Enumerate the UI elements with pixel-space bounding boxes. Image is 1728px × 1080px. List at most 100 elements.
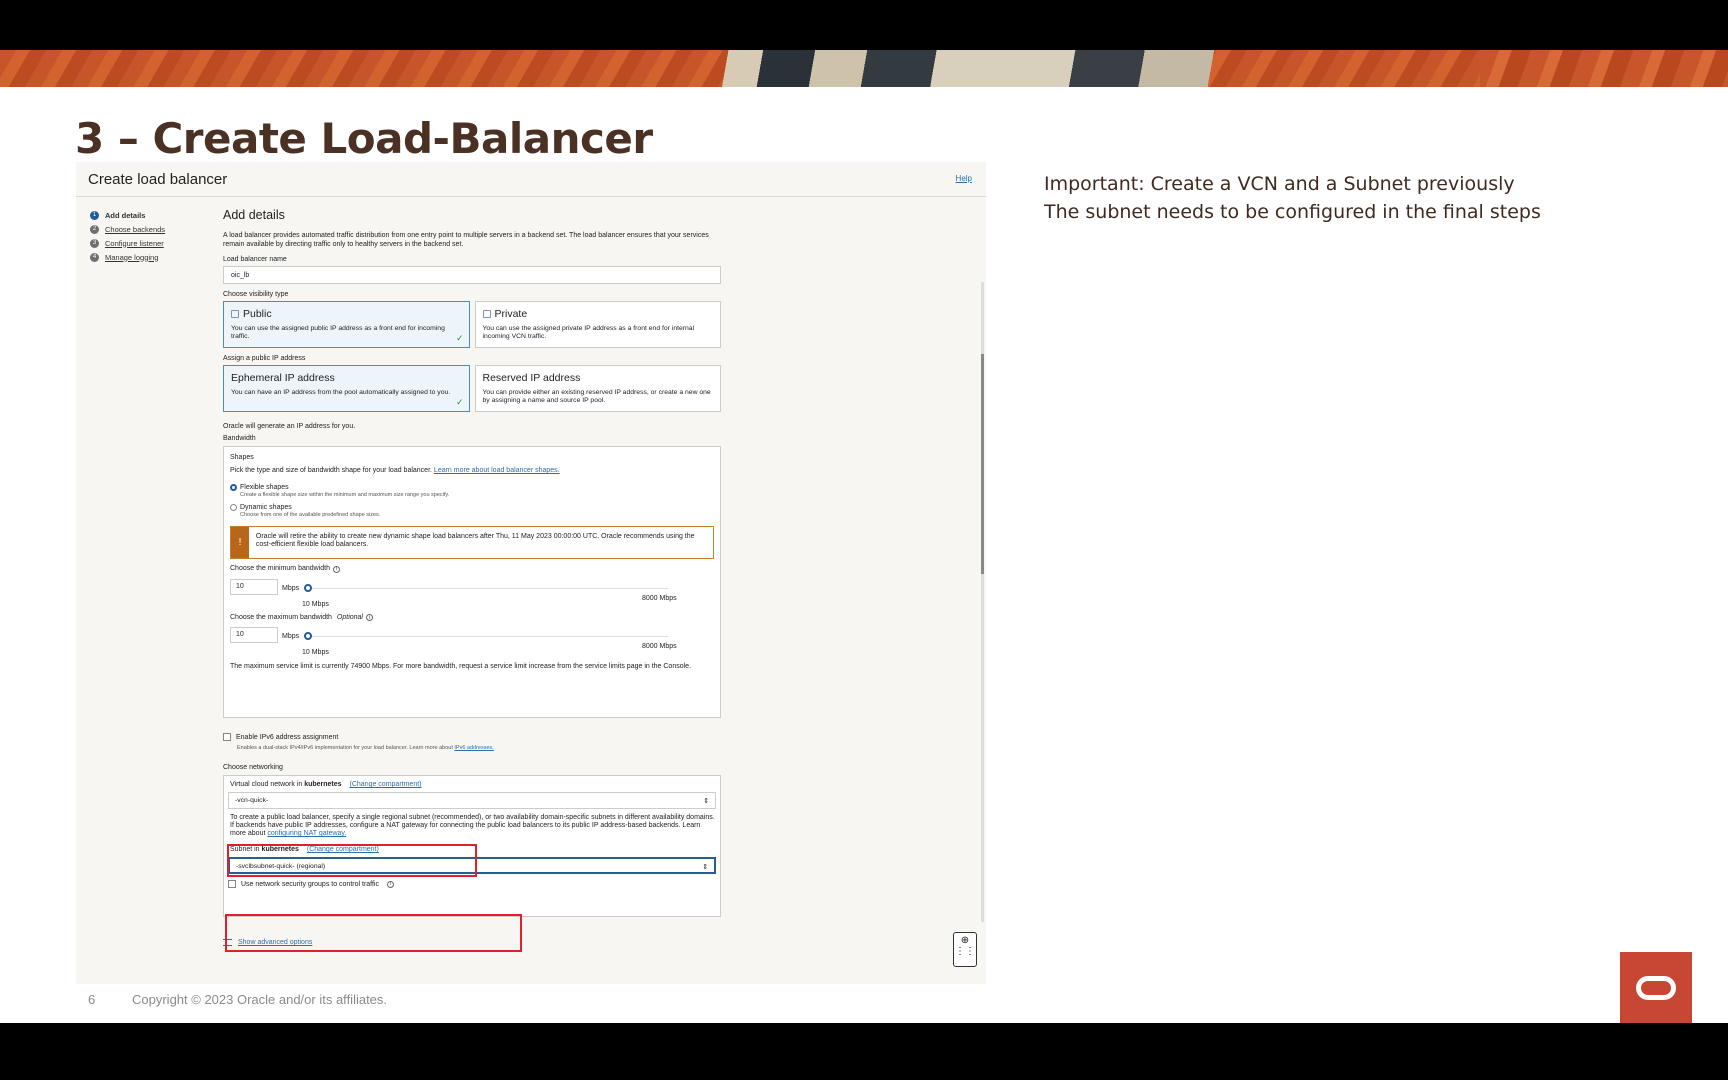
form-description: A load balancer provides automated traff… [223,232,709,248]
important-note: Important: Create a VCN and a Subnet pre… [1044,170,1541,226]
slider-track[interactable] [308,636,668,637]
decorative-banner [0,50,1728,87]
ipv6-label: Enable IPv6 address assignment [236,733,339,741]
vcn-select[interactable]: -vcn-quick- ⇕ [228,792,716,809]
oracle-logo [1620,952,1692,1023]
copyright: Copyright © 2023 Oracle and/or its affil… [132,992,388,1007]
step-add-details[interactable]: 1 Add details [90,208,165,222]
warning-text: Oracle will retire the ability to create… [255,533,695,548]
dynamic-label: Dynamic shapes [240,504,292,511]
lock-icon [482,310,491,318]
nsg-checkbox[interactable] [228,880,236,888]
ipv6-link[interactable]: IPv6 addresses. [454,745,493,751]
chevron-updown-icon: ⇕ [702,864,708,871]
step-number: 2 [90,224,99,234]
help-widget-icon[interactable]: ⊕ ⋮⋮ [953,932,977,967]
step-configure-listener[interactable]: 3 Configure listener [90,236,165,250]
flexible-label: Flexible shapes [240,484,289,491]
vcn-label-row: Virtual cloud network in kubernetes (Cha… [228,781,716,788]
min-bandwidth-control: 10 Mbps 10 Mbps 8000 Mbps [230,578,714,611]
optional-label: Optional [336,613,363,621]
add-details-form: Add details A load balancer provides aut… [223,202,721,946]
scrollbar-thumb[interactable] [981,354,984,574]
vcn-compartment: kubernetes [304,781,342,788]
min-bandwidth-input[interactable]: 10 [230,578,278,595]
bandwidth-section: Shapes Pick the type and size of bandwid… [223,446,721,718]
slide-title: 3 – Create Load-Balancer [75,114,653,163]
step-choose-backends[interactable]: 2 Choose backends [90,222,165,236]
note-line-2: The subnet needs to be configured in the… [1044,201,1541,223]
dynamic-shapes-option[interactable]: Dynamic shapes [230,504,714,511]
range-max: 8000 Mbps [642,643,677,650]
lock-icon [231,310,239,318]
visibility-label: Choose visibility type [223,291,289,298]
max-bandwidth-input[interactable]: 10 [230,627,278,643]
reserved-ip-card[interactable]: Reserved IP address You can provide eith… [474,365,721,412]
private-card[interactable]: Private You can use the assigned private… [474,301,721,348]
decorative-banner-right [1480,50,1728,87]
networking-label: Choose networking [223,764,283,771]
console-screenshot: Create load balancer Help 1 Add details … [76,162,986,984]
wizard-steps: 1 Add details 2 Choose backends 3 Config… [90,208,165,264]
flexible-shapes-option[interactable]: Flexible shapes [230,484,714,491]
info-icon[interactable]: i [365,614,373,621]
shapes-label: Shapes [230,454,254,461]
oracle-ring-icon [1636,976,1676,1000]
ephemeral-ip-card[interactable]: Ephemeral IP address You can have an IP … [223,365,470,412]
step-label: Configure listener [105,238,164,248]
slider-handle[interactable] [304,632,312,640]
shapes-learn-more-link[interactable]: Learn more about load balancer shapes. [434,467,560,474]
ephemeral-desc: You can have an IP address from the pool… [231,389,451,396]
range-min: 10 Mbps [302,600,329,608]
step-number: 3 [90,238,99,248]
retirement-warning: ! Oracle will retire the ability to crea… [230,526,714,559]
max-bandwidth-label-row: Choose the maximum bandwidth Optional i [230,613,714,621]
nat-gateway-link[interactable]: configuring NAT gateway. [267,830,346,837]
help-link[interactable]: Help [956,174,972,183]
chevron-updown-icon: ⇕ [703,798,709,805]
vcn-value: -vcn-quick- [235,797,269,804]
flexible-sub: Create a flexible shape size within the … [240,492,450,498]
check-icon: ✓ [455,397,464,407]
step-manage-logging[interactable]: 4 Manage logging [90,250,165,264]
shapes-desc: Pick the type and size of bandwidth shap… [230,467,714,474]
ipv6-checkbox[interactable] [223,733,231,741]
private-desc: You can use the assigned private IP addr… [482,325,695,340]
public-desc: You can use the assigned public IP addre… [231,325,445,340]
nsg-option[interactable]: Use network security groups to control t… [228,880,716,888]
radio-button[interactable] [230,484,237,491]
console-title: Create load balancer [88,171,228,188]
nsg-label: Use network security groups to control t… [241,880,379,888]
ipv6-option[interactable]: Enable IPv6 address assignment [223,733,721,741]
limit-note: The maximum service limit is currently 7… [230,663,692,670]
step-number: 4 [90,252,99,262]
step-number: 1 [90,210,99,220]
vcn-change-compartment-link[interactable]: (Change compartment) [350,781,422,788]
ipv6-sub: Enables a dual-stack IPv4/IPv6 implement… [237,745,721,751]
oracle-ip-note: Oracle will generate an IP address for y… [223,423,356,430]
slide: 3 – Create Load-Balancer Important: Crea… [0,50,1728,1023]
min-bw-label: Choose the minimum bandwidth [230,565,330,572]
step-label: Add details [105,210,146,220]
console-header: Create load balancer Help [76,162,986,197]
range-max: 8000 Mbps [642,594,677,602]
slider-track[interactable] [308,587,668,589]
bandwidth-label: Bandwidth [223,435,256,442]
radio-button[interactable] [230,504,237,511]
dynamic-sub: Choose from one of the available predefi… [240,512,381,518]
max-bandwidth-control: 10 Mbps 10 Mbps 8000 Mbps [230,627,714,659]
public-card[interactable]: Public You can use the assigned public I… [223,301,470,348]
load-balancer-name-input[interactable]: oic_lb [223,266,721,284]
step-label: Manage logging [105,252,159,262]
ipv6-sub-text: Enables a dual-stack IPv4/IPv6 implement… [237,745,453,751]
reserved-title: Reserved IP address [482,372,581,384]
ephemeral-title: Ephemeral IP address [231,372,335,384]
warning-icon: ! [231,527,249,558]
max-bw-label: Choose the maximum bandwidth [230,613,332,621]
ip-options: Ephemeral IP address You can have an IP … [223,365,721,412]
info-icon[interactable]: i [386,880,394,888]
reserved-desc: You can provide either an existing reser… [482,389,711,404]
slider-handle[interactable] [304,583,312,592]
private-title: Private [494,308,528,320]
info-icon[interactable]: i [333,565,340,573]
